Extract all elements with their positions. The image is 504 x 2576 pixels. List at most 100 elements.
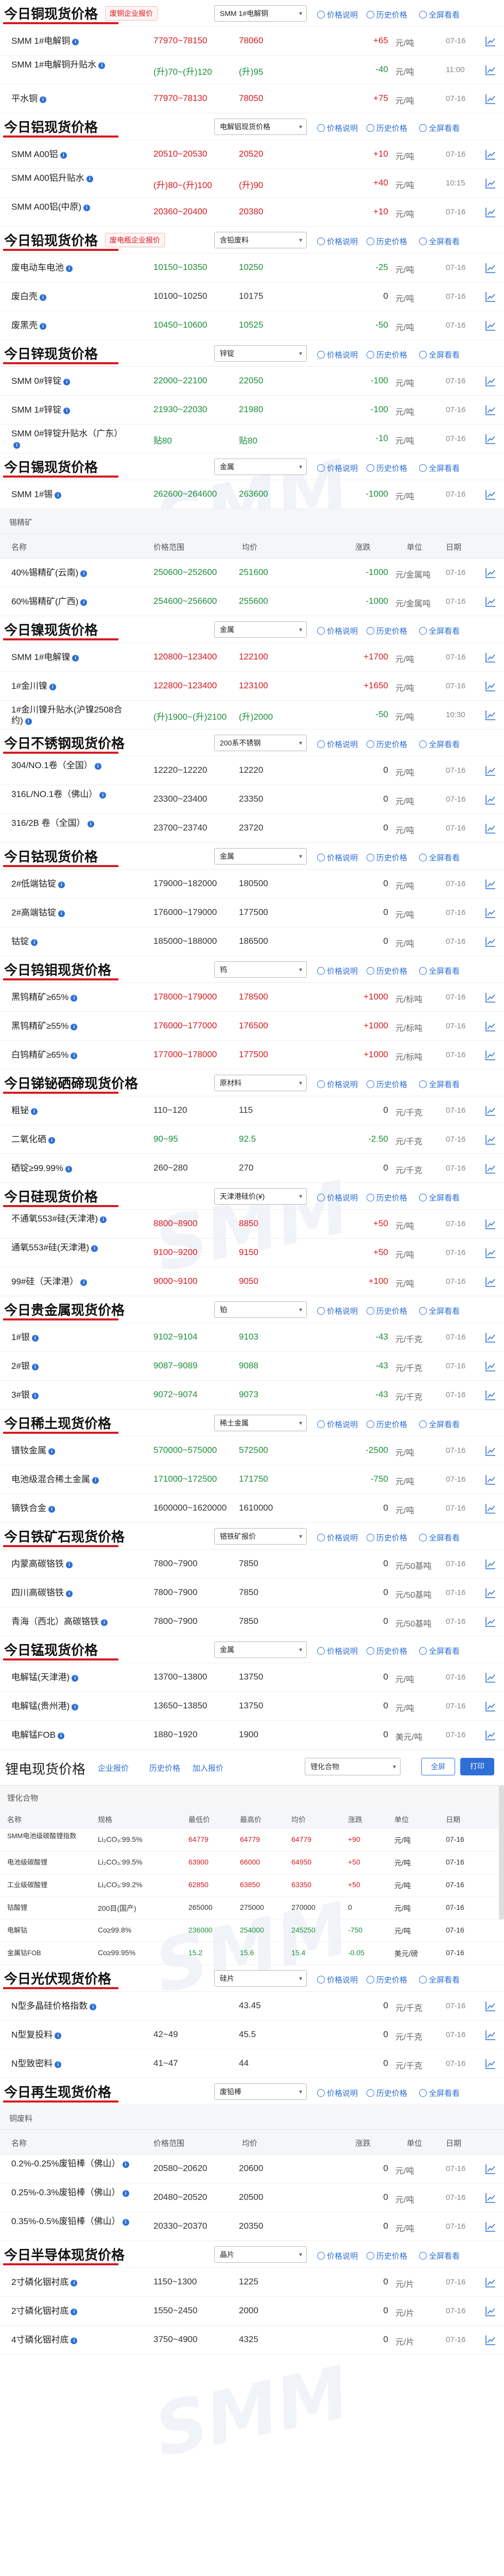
fullscreen-chart-link[interactable]: 全屏看看 (419, 1306, 460, 1316)
product-name[interactable]: 1#金川镍升贴水(沪镍2508合约) i (11, 704, 130, 726)
category-select[interactable]: 天津港硅价(¥) ▾ (214, 1188, 307, 1205)
price-info-link[interactable]: 价格说明 (317, 1306, 358, 1316)
info-icon[interactable]: i (122, 2190, 129, 2197)
fullscreen-chart-link[interactable]: 全屏看看 (419, 1646, 460, 1656)
trend-chart-icon[interactable] (485, 2334, 496, 2346)
info-icon[interactable]: i (94, 763, 101, 770)
history-price-link[interactable]: 历史价格 (367, 1646, 407, 1656)
fullscreen-chart-link[interactable]: 全屏看看 (419, 625, 460, 636)
info-icon[interactable]: i (55, 2032, 62, 2039)
fullscreen-chart-link[interactable]: 全屏看看 (419, 2088, 460, 2098)
category-select[interactable]: 铂 ▾ (214, 1301, 307, 1318)
enterprise-quote-link[interactable]: 企业报价 (98, 1762, 129, 1773)
price-info-link[interactable]: 价格说明 (317, 852, 358, 863)
product-name[interactable]: 2#银 i (11, 1361, 130, 1371)
info-icon[interactable]: i (25, 718, 32, 725)
trend-chart-icon[interactable] (485, 1616, 496, 1628)
info-icon[interactable]: i (66, 265, 73, 272)
price-info-link[interactable]: 价格说明 (317, 1192, 358, 1203)
info-icon[interactable]: i (48, 1506, 55, 1513)
info-icon[interactable]: i (72, 39, 79, 45)
info-icon[interactable]: i (71, 2309, 78, 2315)
add-quote-link[interactable]: 加入报价 (193, 1762, 223, 1773)
info-icon[interactable]: i (100, 1216, 107, 1223)
trend-chart-icon[interactable] (485, 907, 496, 919)
info-icon[interactable]: i (80, 599, 88, 606)
trend-chart-icon[interactable] (485, 1701, 496, 1712)
trend-chart-icon[interactable] (485, 1021, 496, 1032)
info-icon[interactable]: i (122, 2219, 129, 2226)
trend-chart-icon[interactable] (485, 404, 496, 416)
trend-chart-icon[interactable] (485, 149, 496, 160)
product-name[interactable]: 青海（西北）高碳铬铁 i (11, 1616, 130, 1627)
product-name[interactable]: N型致密料 i (11, 2058, 130, 2069)
product-name[interactable]: 钴锭 i (11, 936, 130, 947)
lithium-cell-name[interactable]: 电解钴 (7, 1926, 95, 1934)
history-price-link[interactable]: 历史价格 (149, 1762, 180, 1773)
trend-chart-icon[interactable] (485, 992, 496, 1003)
trend-chart-icon[interactable] (485, 207, 496, 218)
product-name[interactable]: 304/NO.1卷（全国） i (11, 760, 130, 771)
price-info-link[interactable]: 价格说明 (317, 739, 358, 750)
price-info-link[interactable]: 价格说明 (317, 349, 358, 360)
product-name[interactable]: 316L/NO.1卷（佛山） i (11, 789, 130, 800)
category-select[interactable]: 原材料 ▾ (214, 1075, 307, 1091)
info-icon[interactable]: i (101, 1619, 108, 1626)
history-price-link[interactable]: 历史价格 (367, 852, 407, 863)
category-select[interactable]: 铬铁矿报价 ▾ (214, 1528, 307, 1545)
info-icon[interactable]: i (66, 1562, 73, 1568)
product-name[interactable]: 2寸磷化铟衬底 i (11, 2277, 130, 2287)
product-name[interactable]: 四川高碳铬铁 i (11, 1587, 130, 1598)
trend-chart-icon[interactable] (485, 1672, 496, 1683)
info-icon[interactable]: i (72, 655, 79, 662)
lithium-cell-name[interactable]: 金属钴FOB (7, 1949, 95, 1957)
info-icon[interactable]: i (40, 323, 46, 330)
product-name[interactable]: N型复投料 i (11, 2029, 130, 2040)
history-price-link[interactable]: 历史价格 (367, 463, 407, 473)
product-name[interactable]: 1#银 i (11, 1332, 130, 1343)
trend-chart-icon[interactable] (485, 1445, 496, 1456)
product-name[interactable]: 316/2B 卷（全国） i (11, 818, 130, 828)
fullscreen-chart-link[interactable]: 全屏看看 (419, 349, 460, 360)
info-icon[interactable]: i (71, 995, 78, 1002)
fullscreen-chart-link[interactable]: 全屏看看 (419, 9, 460, 20)
trend-chart-icon[interactable] (485, 596, 496, 607)
product-name[interactable]: 40%锡精矿(云南) i (11, 567, 130, 578)
trend-chart-icon[interactable] (485, 2306, 496, 2317)
history-price-link[interactable]: 历史价格 (367, 1419, 407, 1430)
info-icon[interactable]: i (65, 1166, 72, 1173)
trend-chart-icon[interactable] (485, 489, 496, 500)
trend-chart-icon[interactable] (485, 93, 496, 105)
info-icon[interactable]: i (71, 2280, 78, 2286)
trend-chart-icon[interactable] (485, 1587, 496, 1599)
trend-chart-icon[interactable] (485, 2221, 496, 2232)
trend-chart-icon[interactable] (485, 1730, 496, 1741)
info-icon[interactable]: i (48, 1137, 55, 1144)
info-icon[interactable]: i (40, 294, 46, 301)
trend-chart-icon[interactable] (485, 376, 496, 387)
product-name[interactable]: 平水铜 i (11, 93, 130, 104)
info-icon[interactable]: i (58, 882, 65, 888)
price-info-link[interactable]: 价格说明 (317, 1419, 358, 1430)
history-price-link[interactable]: 历史价格 (367, 1079, 407, 1090)
trend-chart-icon[interactable] (485, 765, 496, 776)
category-select[interactable]: SMM 1#电解铜 ▾ (214, 5, 307, 22)
trend-chart-icon[interactable] (485, 1247, 496, 1259)
trend-chart-icon[interactable] (485, 652, 496, 663)
info-icon[interactable]: i (90, 2004, 97, 2010)
trend-chart-icon[interactable] (485, 2163, 496, 2175)
info-icon[interactable]: i (91, 1245, 98, 1252)
trend-chart-icon[interactable] (485, 709, 496, 721)
info-icon[interactable]: i (48, 1448, 55, 1455)
product-name[interactable]: 通氧553#硅(天津港) i (11, 1242, 130, 1253)
info-icon[interactable]: i (63, 379, 71, 385)
lithium-cell-name[interactable]: 工业级碳酸锂 (7, 1881, 95, 1889)
trend-chart-icon[interactable] (485, 936, 496, 947)
product-name[interactable]: 2寸磷化铟衬底 i (11, 2306, 130, 2316)
fullscreen-button[interactable]: 全屏 (421, 1758, 455, 1775)
category-select[interactable]: 金属 ▾ (214, 621, 307, 638)
category-select[interactable]: 含铅废料 ▾ (214, 232, 307, 248)
product-name[interactable]: SMM A00铝 i (11, 149, 130, 160)
trend-chart-icon[interactable] (485, 64, 496, 76)
trend-chart-icon[interactable] (485, 681, 496, 692)
